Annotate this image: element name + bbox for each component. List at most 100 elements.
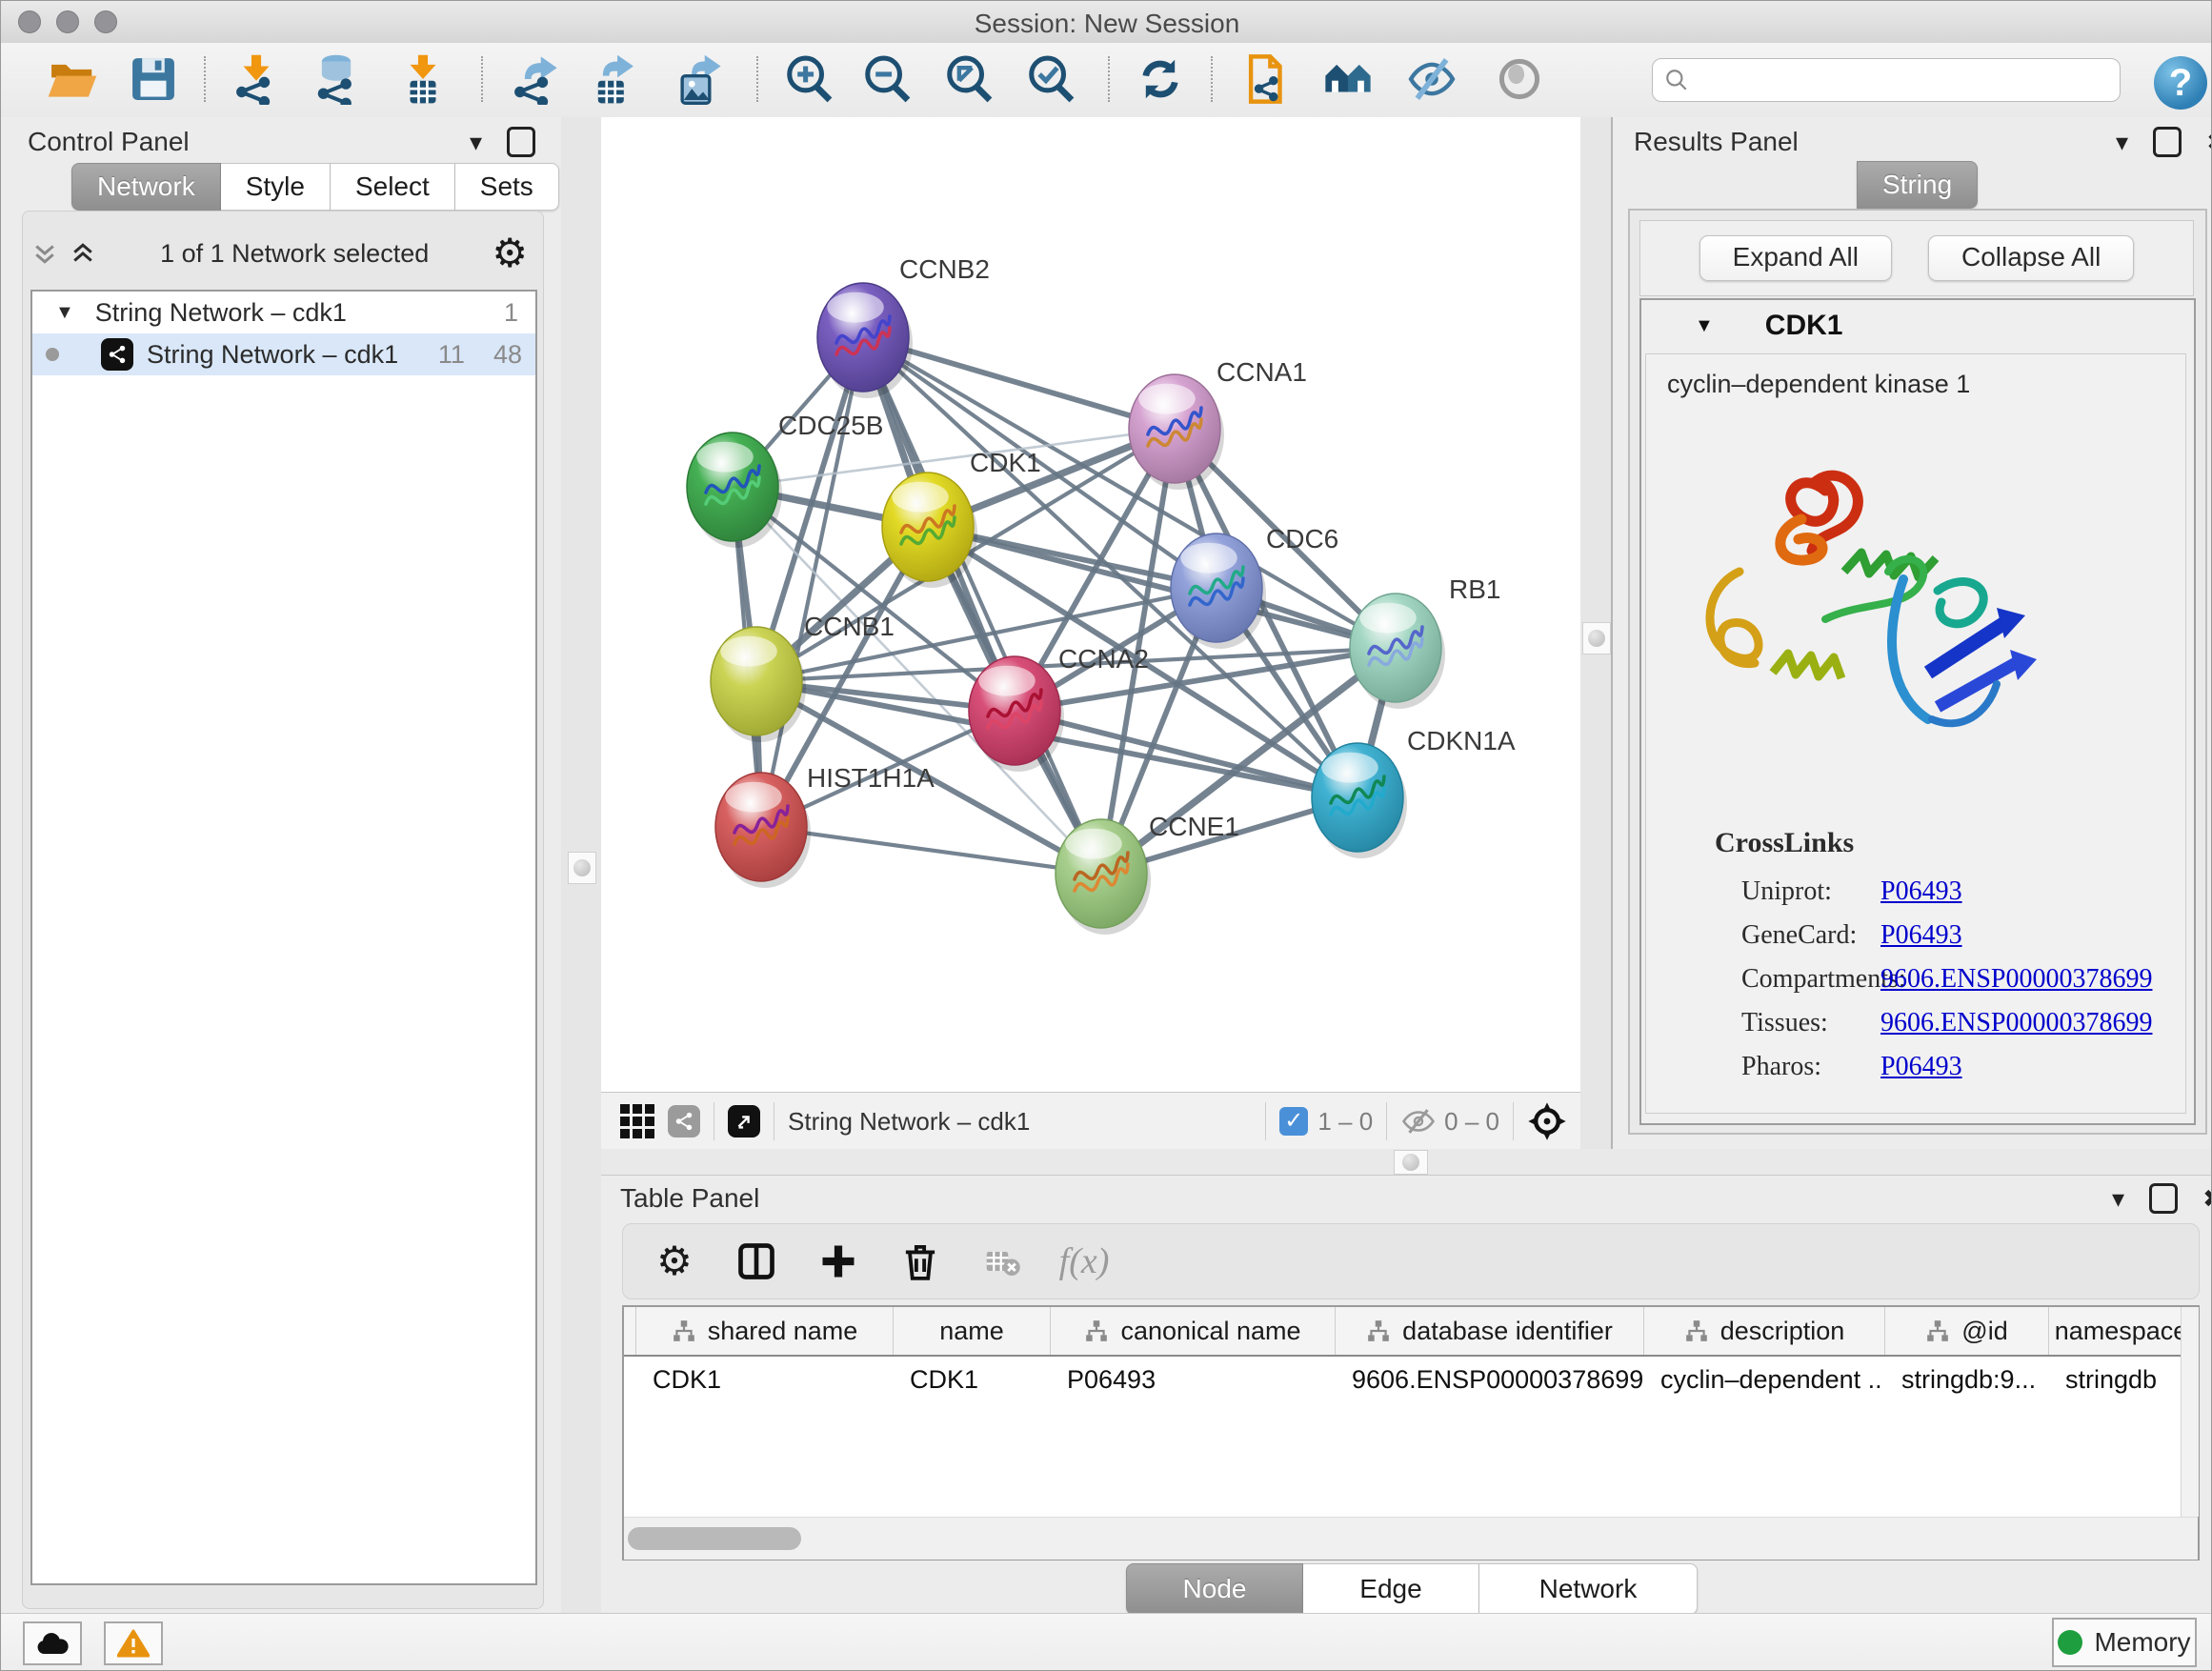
collection-expand-icon[interactable]: ▼ <box>55 302 74 324</box>
zoom-fit-button[interactable] <box>938 49 999 110</box>
network-node-hist1h1a[interactable]: HIST1H1A <box>715 763 935 888</box>
crosslink-link[interactable]: P06493 <box>1880 920 1962 951</box>
network-canvas[interactable]: CCNB2CCNA1CDC25BCDK1CDC6RB1CCNB1CCNA2CDK… <box>601 117 1580 1092</box>
memory-button[interactable]: Memory <box>2052 1618 2197 1667</box>
network-node-ccne1[interactable]: CCNE1 <box>1056 812 1239 935</box>
tab-select[interactable]: Select <box>331 163 455 211</box>
network-view-statusbar: String Network – cdk1 ✓ 1 – 0 0 – 0 <box>601 1092 1580 1150</box>
panel-close-icon[interactable]: ✖ <box>2206 128 2212 157</box>
results-panel: Results Panel ▾ ✖ String Expand All Coll… <box>1611 117 2212 1149</box>
collapse-all-icon[interactable] <box>30 239 59 268</box>
window-title: Session: New Session <box>1 9 2212 39</box>
delete-column-icon[interactable] <box>895 1237 945 1286</box>
import-table-button[interactable] <box>392 49 453 110</box>
zoom-in-button[interactable] <box>778 49 839 110</box>
open-in-new-window-icon[interactable] <box>728 1105 760 1137</box>
tab-network[interactable]: Network <box>71 163 221 211</box>
show-columns-icon[interactable] <box>732 1237 781 1286</box>
gene-section-header[interactable]: ▼ CDK1 <box>1641 300 2194 352</box>
network-node-cdc6[interactable]: CDC6 <box>1171 524 1338 649</box>
crosslink-link[interactable]: 9606.ENSP00000378699 <box>1880 964 2152 995</box>
add-column-icon[interactable] <box>814 1237 863 1286</box>
birdseye-toggle-icon[interactable] <box>1527 1101 1567 1141</box>
gear-icon[interactable]: ⚙ <box>492 233 528 273</box>
panel-menu-icon[interactable]: ▾ <box>2112 1184 2124 1214</box>
show-all-button[interactable] <box>1489 49 1550 110</box>
export-image-button[interactable] <box>668 49 729 110</box>
panel-close-icon[interactable]: ✖ <box>2202 1184 2212 1214</box>
column-header-id[interactable]: @id <box>1884 1307 2048 1355</box>
table-settings-gear-icon[interactable]: ⚙ <box>650 1237 699 1286</box>
network-graph[interactable]: CCNB2CCNA1CDC25BCDK1CDC6RB1CCNB1CCNA2CDK… <box>601 117 1580 1092</box>
search-input[interactable] <box>1689 65 2102 96</box>
tab-node-table[interactable]: Node Table <box>1126 1563 1303 1615</box>
network-share-icon[interactable] <box>668 1105 700 1137</box>
panel-float-icon[interactable] <box>2153 127 2182 157</box>
left-splitter[interactable] <box>561 117 601 1613</box>
refresh-button[interactable] <box>1130 49 1191 110</box>
open-session-button[interactable] <box>42 49 103 110</box>
section-collapse-icon[interactable]: ▼ <box>1695 315 1714 337</box>
function-builder-icon[interactable]: f(x) <box>1059 1237 1109 1286</box>
expand-all-icon[interactable] <box>69 239 97 268</box>
network-edge[interactable] <box>863 337 1101 874</box>
export-table-button[interactable] <box>582 49 643 110</box>
delete-table-icon[interactable] <box>977 1237 1027 1286</box>
tab-string[interactable]: String <box>1857 161 1978 209</box>
collapse-all-button[interactable]: Collapse All <box>1928 235 2134 281</box>
birdseye-grid-icon[interactable] <box>620 1104 654 1138</box>
crosslink-link[interactable]: 9606.ENSP00000378699 <box>1880 1008 2152 1038</box>
network-edge[interactable] <box>761 827 1101 874</box>
selected-checkbox-icon[interactable]: ✓ <box>1279 1107 1308 1136</box>
cell-shared-name: CDK1 <box>635 1357 893 1402</box>
table-horizontal-scrollbar[interactable] <box>624 1517 2198 1560</box>
tab-edge-table[interactable]: Edge Table <box>1303 1563 1479 1615</box>
search-box[interactable] <box>1652 58 2121 102</box>
import-file-to-network-button[interactable] <box>1237 49 1297 110</box>
panel-menu-icon[interactable]: ▾ <box>2116 128 2128 157</box>
network-row[interactable]: String Network – cdk1 11 48 <box>32 333 535 375</box>
tab-sets[interactable]: Sets <box>455 163 559 211</box>
crosslink-link[interactable]: P06493 <box>1880 876 1962 907</box>
column-header-name[interactable]: name <box>893 1307 1050 1355</box>
table-row[interactable]: CDK1 CDK1 P06493 9606.ENSP00000378699 cy… <box>624 1357 2198 1402</box>
column-header-canonical-name[interactable]: canonical name <box>1050 1307 1335 1355</box>
cloud-services-button[interactable] <box>23 1621 82 1665</box>
help-button[interactable]: ? <box>2154 56 2207 110</box>
table-vertical-scrollbar[interactable] <box>2181 1307 2199 1517</box>
zoom-selected-button[interactable] <box>1020 49 1081 110</box>
save-session-button[interactable] <box>123 49 184 110</box>
column-header-database-identifier[interactable]: database identifier <box>1335 1307 1643 1355</box>
network-node-rb1[interactable]: RB1 <box>1350 574 1500 709</box>
panel-menu-icon[interactable]: ▾ <box>470 128 482 157</box>
hide-selected-button[interactable] <box>1401 49 1462 110</box>
left-splitter-handle[interactable] <box>568 852 596 884</box>
horizontal-splitter[interactable] <box>601 1149 2212 1175</box>
tab-network-table[interactable]: Network Table <box>1479 1563 1698 1615</box>
first-neighbors-button[interactable] <box>1317 49 1378 110</box>
import-network-button[interactable] <box>226 49 287 110</box>
panel-float-icon[interactable] <box>507 127 535 157</box>
column-header-description[interactable]: description <box>1643 1307 1884 1355</box>
node-table: shared name name canonical name database… <box>622 1305 2200 1560</box>
horizontal-splitter-handle[interactable] <box>1394 1150 1428 1175</box>
scrollbar-thumb[interactable] <box>628 1527 801 1550</box>
string-results-container: Expand All Collapse All ▼ CDK1 cyclin–de… <box>1628 209 2207 1135</box>
network-node-cdkn1a[interactable]: CDKN1A <box>1312 726 1516 858</box>
right-splitter-handle[interactable] <box>1582 622 1611 654</box>
warnings-button[interactable] <box>104 1621 163 1665</box>
panel-float-icon[interactable] <box>2149 1183 2178 1214</box>
crosslinks-title: CrossLinks <box>1715 827 1854 859</box>
column-header-shared-name[interactable]: shared name <box>635 1307 893 1355</box>
export-network-button[interactable] <box>504 49 565 110</box>
import-network-from-database-button[interactable] <box>306 49 367 110</box>
eye-slash-icon <box>1406 53 1458 105</box>
zoom-out-button[interactable] <box>856 49 917 110</box>
crosslink-link[interactable]: P06493 <box>1880 1052 1962 1082</box>
network-collection-row[interactable]: ▼ String Network – cdk1 1 <box>32 292 535 333</box>
expand-all-button[interactable]: Expand All <box>1699 235 1892 281</box>
right-splitter[interactable] <box>1580 117 1611 1149</box>
zoom-fit-icon <box>943 53 995 105</box>
column-header-namespace[interactable]: namespace <box>2048 1307 2182 1355</box>
tab-style[interactable]: Style <box>221 163 331 211</box>
